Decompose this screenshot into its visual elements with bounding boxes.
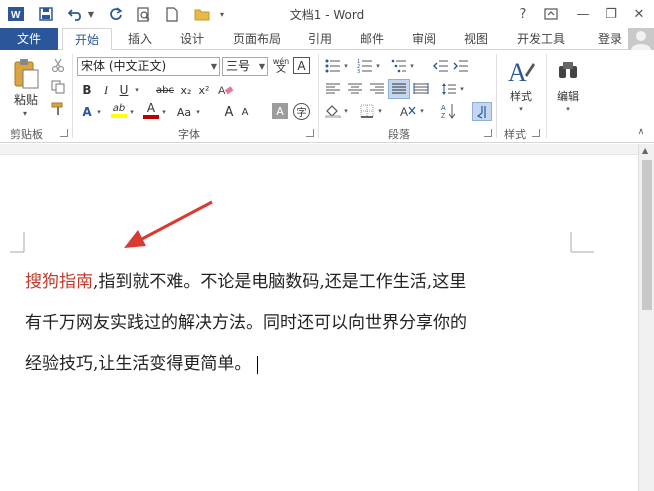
highlighted-keyword: 搜狗指南 — [25, 272, 93, 292]
doc-line-1-text: ,指到就不难。不论是电脑数码,还是工作生活,这里 — [93, 272, 467, 292]
doc-line-3-text: 经验技巧,让生活变得更简单。 — [25, 354, 252, 374]
document-body-text[interactable]: 搜狗指南,指到就不难。不论是电脑数码,还是工作生活,这里 有千万网友实践过的解决… — [25, 262, 585, 385]
annotation-arrow — [124, 200, 213, 248]
doc-line-1: 搜狗指南,指到就不难。不论是电脑数码,还是工作生活,这里 — [25, 262, 585, 303]
doc-line-3: 经验技巧,让生活变得更简单。 — [25, 344, 585, 385]
text-cursor — [257, 355, 259, 374]
doc-line-2: 有千万网友实践过的解决方法。同时还可以向世界分享你的 — [25, 313, 467, 333]
